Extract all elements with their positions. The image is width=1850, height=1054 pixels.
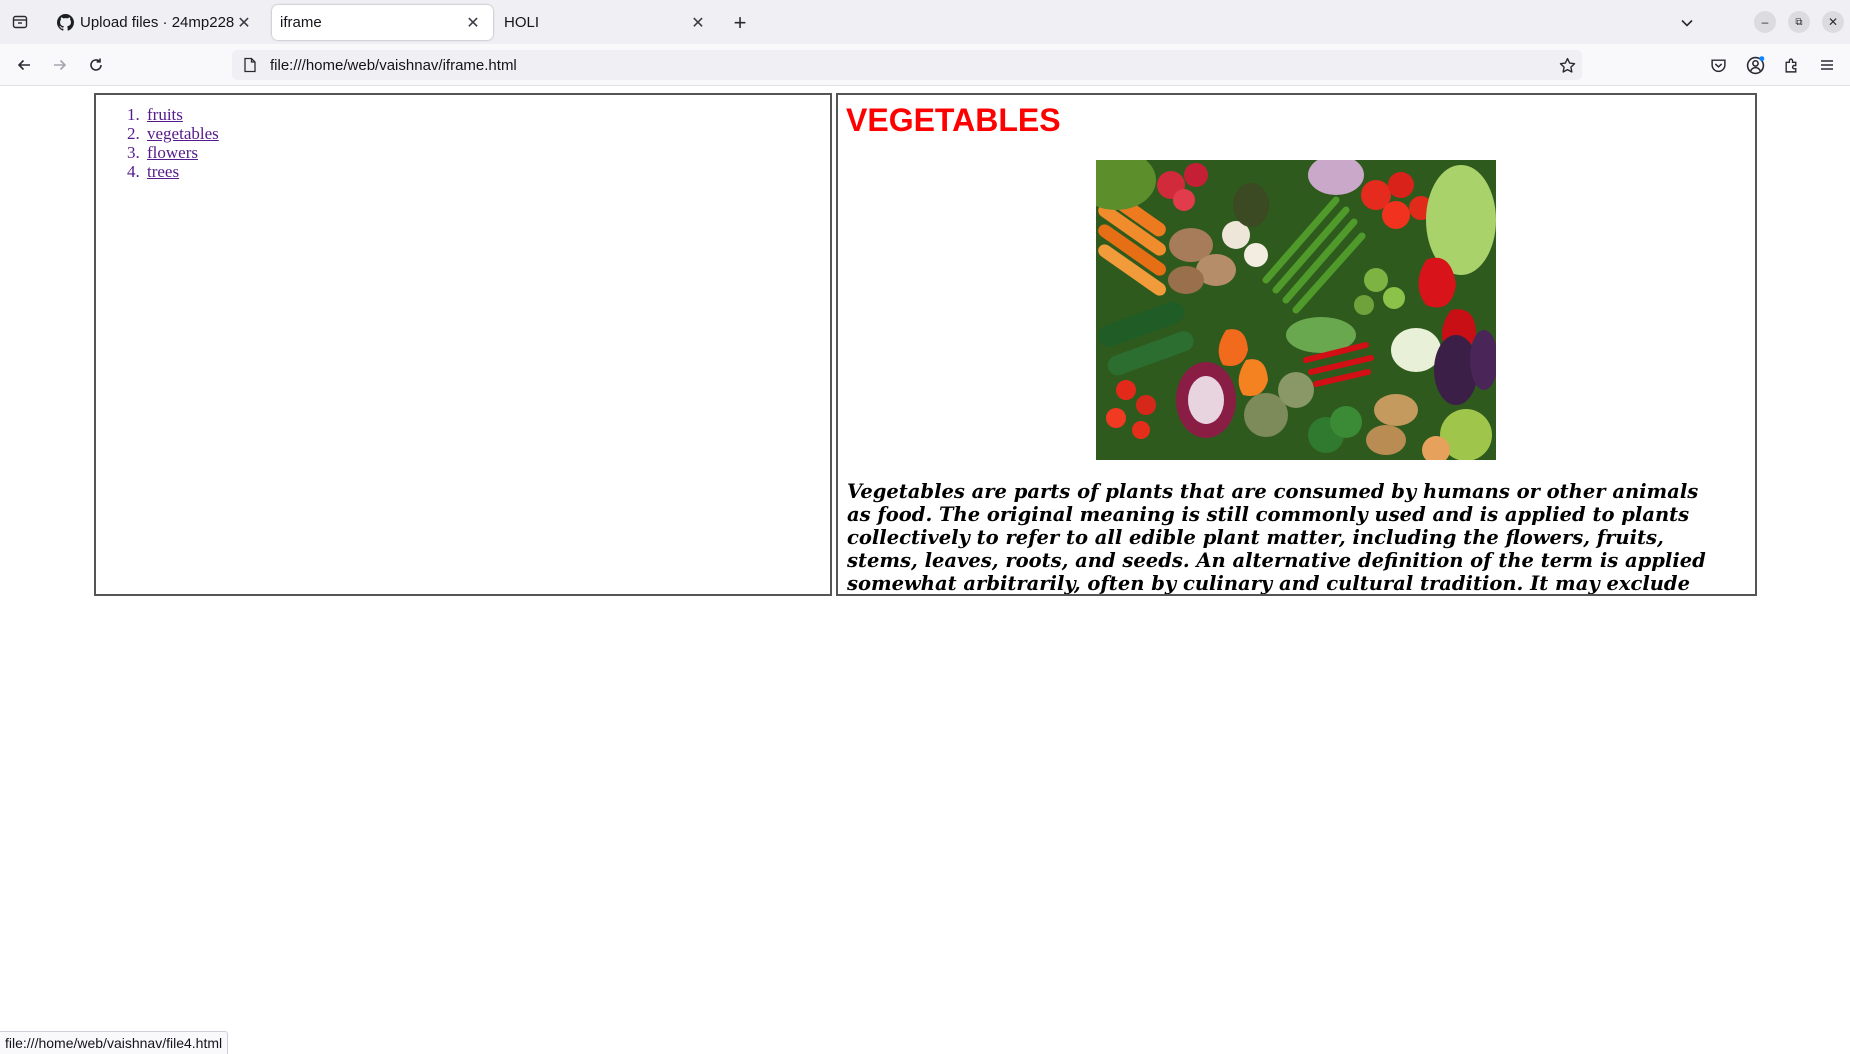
account-button[interactable] bbox=[1743, 53, 1767, 77]
app-menu-button[interactable] bbox=[1815, 53, 1839, 77]
close-tab-icon[interactable]: ✕ bbox=[234, 13, 254, 33]
account-icon bbox=[1746, 55, 1764, 74]
new-tab-button[interactable]: + bbox=[727, 10, 753, 36]
puzzle-icon bbox=[1784, 58, 1796, 73]
tab-title: HOLI bbox=[504, 14, 540, 31]
flowers-link[interactable]: flowers bbox=[147, 143, 198, 162]
vegetables-description: Vegetables are parts of plants that are … bbox=[847, 480, 1706, 595]
close-tab-icon[interactable]: ✕ bbox=[463, 13, 483, 33]
restore-icon: ⧉ bbox=[1795, 16, 1803, 28]
topic-link-list: fruits vegetables flowers trees bbox=[96, 105, 219, 181]
page-heading: VEGETABLES bbox=[846, 102, 1061, 138]
status-bar: file:///home/web/vaishnav/file4.html bbox=[0, 1031, 229, 1054]
tab-title: iframe bbox=[280, 14, 322, 31]
status-link-url: file:///home/web/vaishnav/file4.html bbox=[5, 1035, 223, 1051]
tab-iframe[interactable]: iframe ✕ bbox=[272, 5, 493, 40]
forward-button[interactable] bbox=[47, 52, 73, 78]
navigation-toolbar: file:///home/web/vaishnav/iframe.html bbox=[0, 44, 1850, 86]
fruits-link[interactable]: fruits bbox=[147, 105, 183, 124]
tab-upload-files[interactable]: Upload files · 24mp2285/ ✕ bbox=[46, 5, 264, 40]
tab-title: Upload files · 24mp2285/ bbox=[80, 14, 234, 31]
close-icon: ✕ bbox=[1827, 15, 1839, 29]
firefox-view-icon bbox=[12, 15, 28, 29]
close-tab-icon[interactable]: ✕ bbox=[688, 13, 708, 33]
bookmark-star-icon[interactable] bbox=[1552, 52, 1582, 78]
github-icon bbox=[56, 14, 74, 32]
list-item: flowers bbox=[144, 143, 219, 162]
close-window-button[interactable]: ✕ bbox=[1822, 11, 1844, 33]
tab-holi[interactable]: HOLI ✕ bbox=[496, 5, 718, 40]
back-button[interactable] bbox=[11, 52, 37, 78]
url-text[interactable]: file:///home/web/vaishnav/iframe.html bbox=[270, 57, 1552, 74]
chevron-down-icon bbox=[1681, 19, 1693, 27]
vegetables-link[interactable]: vegetables bbox=[147, 124, 219, 143]
list-item: trees bbox=[144, 162, 219, 181]
list-item: fruits bbox=[144, 105, 219, 124]
firefox-view-button[interactable] bbox=[8, 10, 32, 34]
right-iframe: VEGETABLES Vegetables are parts of plant… bbox=[836, 93, 1757, 596]
arrow-left-icon bbox=[17, 59, 30, 71]
address-bar[interactable]: file:///home/web/vaishnav/iframe.html bbox=[232, 50, 1582, 80]
left-iframe: fruits vegetables flowers trees bbox=[94, 93, 832, 596]
minimize-icon: – bbox=[1761, 15, 1769, 29]
list-item: vegetables bbox=[144, 124, 219, 143]
pocket-button[interactable] bbox=[1706, 53, 1730, 77]
trees-link[interactable]: trees bbox=[147, 162, 179, 181]
vegetables-image bbox=[1096, 160, 1496, 460]
pocket-icon bbox=[1710, 58, 1726, 72]
extensions-button[interactable] bbox=[1779, 53, 1803, 77]
reload-button[interactable] bbox=[83, 52, 109, 78]
list-all-tabs-button[interactable] bbox=[1674, 10, 1700, 36]
reload-icon bbox=[90, 58, 102, 71]
plus-icon: + bbox=[733, 10, 747, 35]
arrow-right-icon bbox=[54, 59, 67, 71]
minimize-button[interactable]: – bbox=[1754, 11, 1776, 33]
page-icon bbox=[242, 57, 258, 73]
tab-strip: Upload files · 24mp2285/ ✕ iframe ✕ HOLI… bbox=[0, 0, 1850, 45]
hamburger-menu-icon bbox=[1821, 60, 1833, 70]
restore-button[interactable]: ⧉ bbox=[1788, 11, 1810, 33]
